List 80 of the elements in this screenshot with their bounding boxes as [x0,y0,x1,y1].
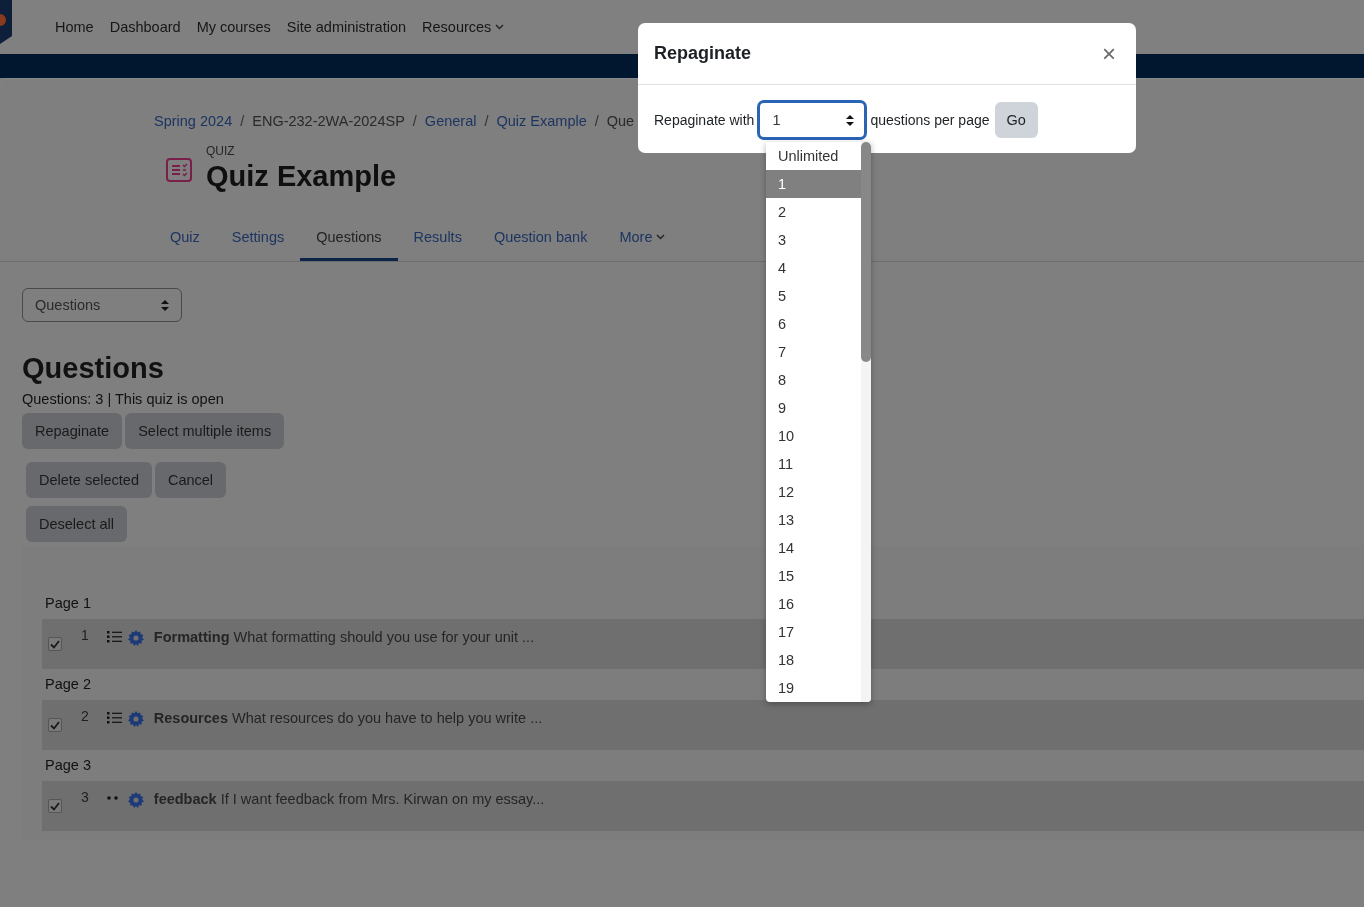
nav-link[interactable]: Home [47,19,102,35]
breadcrumb-separator: / [412,113,417,129]
dropdown-option[interactable]: 17 [766,618,861,646]
breadcrumb-text: Que [606,113,635,129]
logo-icon [0,0,12,44]
page-label: Page 2 [44,675,91,694]
dropdown-option[interactable]: 18 [766,646,861,674]
dropdown-option[interactable]: 3 [766,226,861,254]
scrollbar-thumb[interactable] [861,142,871,362]
breadcrumb-text: ENG-232-2WA-2024SP [252,113,405,129]
breadcrumb-link[interactable]: General [424,113,477,129]
dropdown-option[interactable]: 16 [766,590,861,618]
modal-title: Repaginate [654,43,752,64]
breadcrumb-separator: / [240,113,245,129]
dropdown-option[interactable]: 5 [766,282,861,310]
quiz-icon [166,158,192,182]
field-label: questions per page [870,112,990,128]
page-label: Page 3 [44,756,91,775]
question-number: 2 [81,708,89,724]
field-label: Repaginate with [654,112,755,128]
dropdown-option[interactable]: 13 [766,506,861,534]
tab[interactable]: Settings [215,216,301,261]
go-button[interactable]: Go [994,102,1038,138]
dropdown-option[interactable]: 4 [766,254,861,282]
dropdown-option[interactable]: 2 [766,198,861,226]
breadcrumb-link[interactable]: Quiz Example [496,113,587,129]
tab[interactable]: Questions [300,216,398,261]
nav-link[interactable]: My courses [188,19,279,35]
settings-icon[interactable] [127,630,144,646]
breadcrumb-separator: / [594,113,599,129]
dropdown-option[interactable]: 9 [766,394,861,422]
close-button[interactable]: × [1098,41,1120,66]
tab[interactable]: More [603,216,682,261]
action-button[interactable]: Repaginate [22,413,123,449]
list-icon [106,630,122,643]
breadcrumb-separator: / [484,113,489,129]
dropdown-option[interactable]: 7 [766,338,861,366]
breadcrumb-link[interactable]: Spring 2024 [154,113,233,129]
checkbox[interactable] [48,799,62,813]
question-number: 1 [81,627,89,643]
page-label: Page 1 [44,594,91,613]
action-button[interactable]: Select multiple items [125,413,285,449]
dropdown-option[interactable]: 12 [766,478,861,506]
nav-link[interactable]: Dashboard [101,19,189,35]
select-arrows-icon [846,114,855,126]
dropdown-option[interactable]: 1 [766,170,861,198]
settings-icon[interactable] [127,792,144,808]
tab[interactable]: Quiz [154,216,216,261]
quiz-summary: Questions: 3 | This quiz is open [22,391,225,407]
checkbox[interactable] [48,718,62,732]
list-icon [106,711,122,724]
dropdown-option[interactable]: 15 [766,562,861,590]
dropdown-option[interactable]: 8 [766,366,861,394]
select-arrows-icon [161,299,169,311]
dropdown-option[interactable]: 6 [766,310,861,338]
question-text[interactable]: Resources What resources do you have to help you write ... [153,710,543,726]
dropdown-option[interactable]: 11 [766,450,861,478]
dropdown-option[interactable]: 10 [766,422,861,450]
action-button[interactable]: Deselect all [26,506,127,542]
action-button[interactable]: Cancel [154,462,227,498]
dropdown-option[interactable]: 19 [766,674,861,702]
tab[interactable]: Question bank [477,216,604,261]
action-button[interactable]: Delete selected [26,462,152,498]
nav-link[interactable]: Site administration [278,19,415,35]
nav-link[interactable]: Resources [414,19,513,35]
page-select[interactable]: Questions [22,288,182,322]
question-number: 3 [81,789,89,805]
caret-icon [656,234,666,240]
caret-icon [495,24,505,30]
tab[interactable]: Results [397,216,478,261]
question-text[interactable]: feedback If I want feedback from Mrs. Kirwan on my essay... [153,791,545,807]
checkbox[interactable] [48,637,62,651]
dropdown-option[interactable]: Unlimited [766,142,861,170]
dropdown-option[interactable]: 14 [766,534,861,562]
settings-icon[interactable] [127,711,144,727]
section-heading: Questions [22,351,164,386]
question-text[interactable]: Formatting What formatting should you use for your unit ... [153,629,535,645]
activity-type-label: QUIZ [206,144,236,158]
page-title: Quiz Example [206,159,397,194]
scrollbar[interactable] [861,142,871,702]
